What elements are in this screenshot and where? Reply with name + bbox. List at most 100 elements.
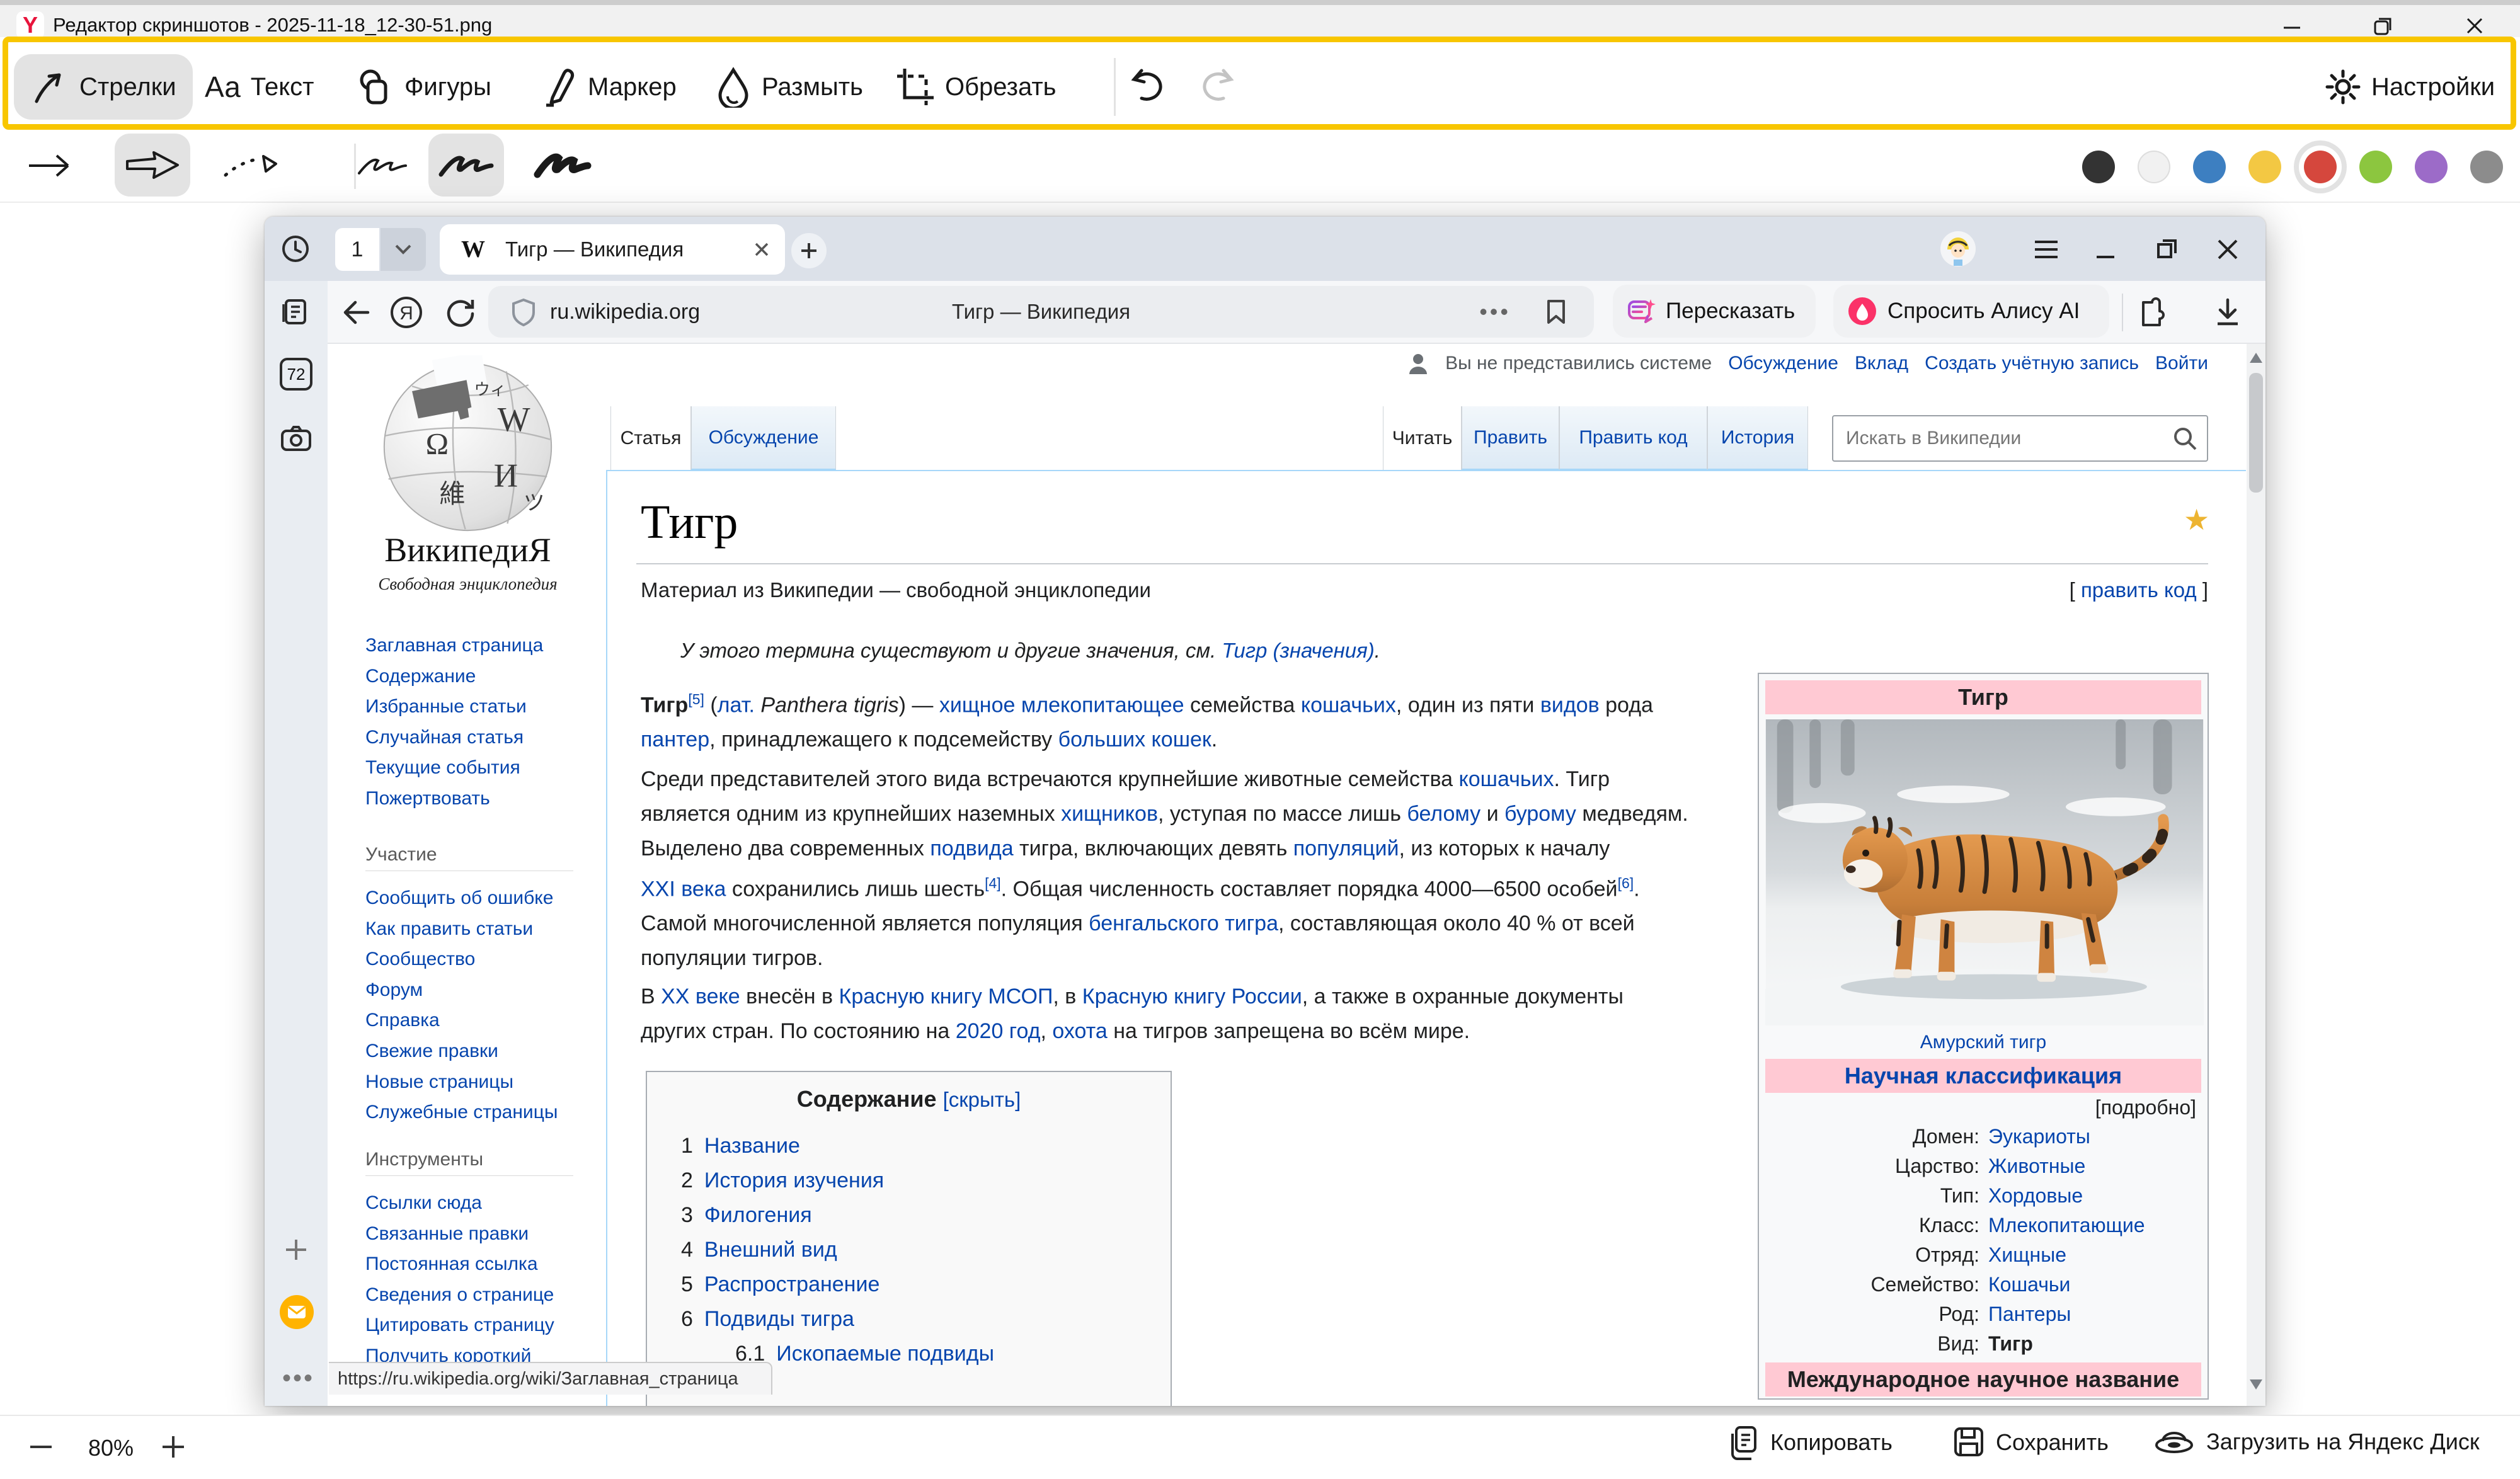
sidebar-more-button[interactable]: ••• — [282, 1364, 314, 1393]
tab-close-icon[interactable] — [753, 241, 770, 258]
download-button[interactable] — [2214, 297, 2242, 332]
color-swatch[interactable] — [2193, 151, 2226, 183]
sidebar-nav-link[interactable]: Форум — [365, 975, 558, 1006]
arrow-style-thin[interactable] — [17, 134, 93, 197]
wiki-link[interactable]: XX веке — [661, 985, 740, 1008]
toc-item[interactable]: 1Название — [681, 1129, 1171, 1163]
toc-item[interactable]: 6Подвиды тигра — [681, 1302, 1171, 1337]
color-swatch[interactable] — [2359, 151, 2392, 183]
wiki-link[interactable]: кошачьих — [1301, 693, 1396, 717]
sidebar-nav-link[interactable]: Сведения о странице — [365, 1280, 554, 1311]
tool-blur[interactable]: Размыть — [715, 54, 863, 120]
details-link[interactable]: [подробно] — [1765, 1093, 2201, 1122]
toc-hide-link[interactable]: [скрыть] — [943, 1088, 1021, 1111]
sidebar-nav-link[interactable]: Постоянная ссылка — [365, 1249, 554, 1280]
wiki-link[interactable]: хищников — [1061, 802, 1158, 826]
browser-menu-button[interactable] — [2032, 238, 2060, 264]
color-swatch[interactable] — [2470, 151, 2503, 183]
sidebar-nav-link[interactable]: Текущие события — [365, 753, 543, 784]
undo-button[interactable] — [1129, 66, 1167, 109]
tool-shapes[interactable]: Фигуры — [353, 54, 491, 120]
wiki-link[interactable]: пантер — [641, 728, 709, 751]
browser-restore-button[interactable] — [2155, 237, 2180, 265]
tab-read[interactable]: Читать — [1383, 406, 1462, 470]
browser-close-button[interactable] — [2215, 237, 2240, 265]
wiki-link[interactable]: популяций — [1293, 837, 1399, 860]
tab-history[interactable]: История — [1707, 406, 1808, 470]
save-button[interactable]: Сохранить — [1952, 1425, 2109, 1460]
wiki-link[interactable]: кошачьих — [1459, 767, 1554, 791]
wiki-link[interactable]: бурому — [1504, 802, 1576, 826]
zoom-out-button[interactable] — [25, 1431, 57, 1466]
tool-crop[interactable]: Обрезать — [895, 54, 1057, 120]
sidebar-nav-link[interactable]: Справка — [365, 1005, 558, 1036]
wiki-link[interactable]: Тигр (значения) — [1222, 639, 1374, 662]
back-button[interactable] — [340, 297, 372, 331]
search-icon[interactable] — [2172, 425, 2198, 452]
taxonomy-value-link[interactable]: Млекопитающие — [1979, 1211, 2145, 1240]
sidebar-nav-link[interactable]: Как править статьи — [365, 914, 558, 945]
sidebar-nav-link[interactable]: Ссылки сюда — [365, 1188, 554, 1219]
wiki-link[interactable]: белому — [1407, 802, 1480, 826]
wiki-link[interactable]: хищное млекопитающее — [939, 693, 1184, 717]
sidebar-nav-link[interactable]: Служебные страницы — [365, 1097, 558, 1128]
minimize-button[interactable] — [2273, 14, 2311, 38]
tool-arrows[interactable]: Стрелки — [14, 54, 193, 120]
arrow-style-outline[interactable] — [115, 134, 190, 197]
wiki-link[interactable]: XXI века — [641, 877, 726, 901]
yandex-search-button[interactable]: Я — [389, 295, 423, 333]
tab-counter-badge[interactable]: 72 — [280, 358, 312, 391]
search-input[interactable] — [1832, 415, 2208, 462]
copy-button[interactable]: Копировать — [1726, 1425, 1893, 1460]
taxonomy-value-link[interactable]: Хордовые — [1979, 1181, 2083, 1211]
page-scrollbar[interactable] — [2247, 344, 2265, 1406]
scroll-up-icon[interactable] — [2250, 353, 2262, 363]
wiki-link[interactable]: видов — [1540, 693, 1600, 717]
tab-group-badge[interactable]: 1 — [335, 228, 379, 271]
taxonomy-value-link[interactable]: Хищные — [1979, 1240, 2066, 1270]
wiki-link[interactable]: 2020 год — [956, 1019, 1041, 1043]
taxonomy-value-link[interactable]: Эукариоты — [1979, 1122, 2090, 1151]
tab-article[interactable]: Статья — [610, 406, 691, 470]
color-swatch[interactable] — [2082, 151, 2115, 183]
tool-marker[interactable]: Маркер — [539, 54, 677, 120]
browser-minimize-button[interactable] — [2093, 239, 2118, 264]
color-swatch[interactable] — [2248, 151, 2281, 183]
tab-discussion[interactable]: Обсуждение — [691, 406, 836, 470]
sidebar-nav-link[interactable]: Содержание — [365, 661, 543, 692]
zoom-in-button[interactable] — [158, 1431, 189, 1466]
browser-tab[interactable]: W Тигр — Википедия — [440, 224, 785, 275]
sidebar-nav-link[interactable]: Новые страницы — [365, 1067, 558, 1098]
tool-text[interactable]: Аа Текст — [205, 54, 314, 120]
scroll-down-icon[interactable] — [2250, 1379, 2262, 1390]
arrow-style-dotted[interactable] — [214, 134, 290, 197]
reload-button[interactable] — [444, 296, 476, 332]
sidebar-nav-link[interactable]: Пожертвовать — [365, 784, 543, 814]
sidebar-nav-link[interactable]: Свежие правки — [365, 1036, 558, 1067]
wiki-link[interactable]: [6] — [1618, 875, 1634, 891]
toc-item[interactable]: 3Филогения — [681, 1198, 1171, 1233]
wiki-link[interactable]: лат. — [718, 693, 755, 717]
close-button[interactable] — [2456, 14, 2494, 38]
new-tab-button[interactable] — [791, 233, 827, 268]
wiki-link[interactable]: править код — [2081, 578, 2197, 602]
featured-star-icon[interactable]: ★ — [2184, 503, 2209, 537]
taxonomy-value-link[interactable]: Пантеры — [1979, 1299, 2071, 1329]
toc-item[interactable]: 2История изучения — [681, 1163, 1171, 1198]
wiki-link[interactable]: [4] — [985, 875, 1001, 891]
personal-link[interactable]: Обсуждение — [1728, 353, 1838, 374]
wiki-link[interactable]: Красную книгу России — [1082, 985, 1302, 1008]
image-caption-link[interactable]: Амурский тигр — [1765, 1029, 2201, 1056]
stroke-thick[interactable] — [525, 134, 600, 197]
wiki-search-box[interactable] — [1832, 415, 2208, 462]
toc-item[interactable]: 4Внешний вид — [681, 1233, 1171, 1267]
screenshot-camera-button[interactable] — [280, 423, 312, 457]
scrollbar-thumb[interactable] — [2249, 373, 2263, 493]
wiki-link[interactable]: бенгальского тигра — [1089, 911, 1278, 935]
color-swatch[interactable] — [2138, 151, 2170, 183]
personal-link[interactable]: Войти — [2155, 353, 2208, 374]
sidebar-add-button[interactable] — [282, 1236, 310, 1267]
retell-button[interactable]: Пересказать — [1613, 285, 1816, 338]
wiki-link[interactable]: охота — [1052, 1019, 1107, 1043]
sidebar-panels-button[interactable] — [281, 297, 311, 330]
